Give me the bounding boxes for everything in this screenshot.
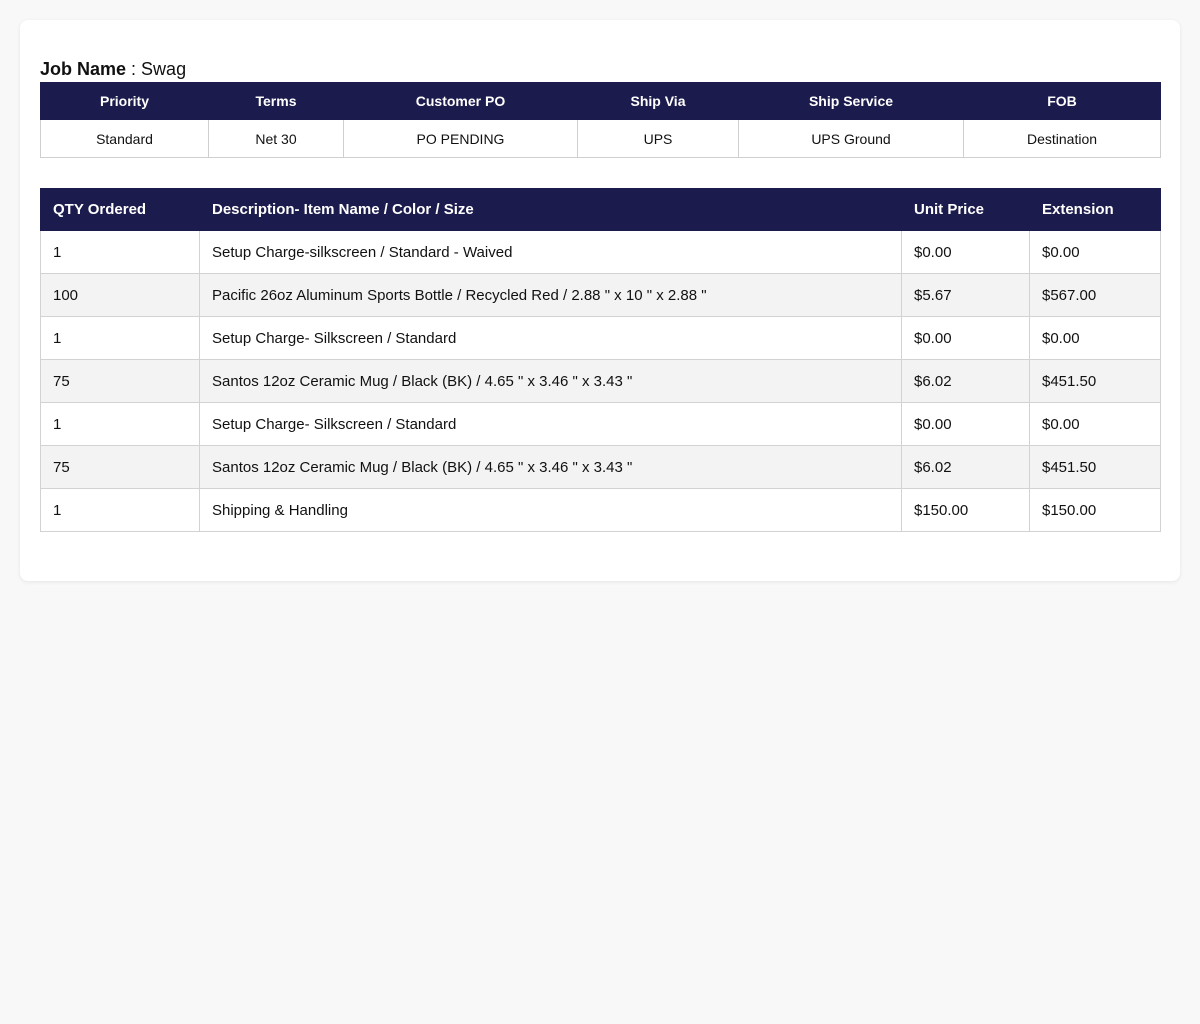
fob-header: FOB — [963, 82, 1161, 120]
priority-header: Priority — [40, 82, 209, 120]
fob-value: Destination — [963, 119, 1161, 158]
extension-cell: $0.00 — [1029, 402, 1161, 446]
description-cell: Santos 12oz Ceramic Mug / Black (BK) / 4… — [199, 359, 902, 403]
terms-header: Terms — [208, 82, 344, 120]
unit-price-cell: $0.00 — [901, 230, 1030, 274]
table-row: 1 Shipping & Handling $150.00 $150.00 — [40, 488, 1161, 532]
customer-po-value: PO PENDING — [343, 119, 578, 158]
qty-cell: 75 — [40, 445, 200, 489]
description-header: Description- Item Name / Color / Size — [199, 188, 902, 231]
qty-header: QTY Ordered — [40, 188, 200, 231]
ship-via-value: UPS — [577, 119, 739, 158]
description-cell: Shipping & Handling — [199, 488, 902, 532]
extension-cell: $451.50 — [1029, 359, 1161, 403]
job-name-label: Job Name — [40, 59, 127, 79]
unit-price-cell: $0.00 — [901, 402, 1030, 446]
description-cell: Setup Charge-silkscreen / Standard - Wai… — [199, 230, 902, 274]
job-name-value: Swag — [141, 59, 187, 79]
unit-price-cell: $6.02 — [901, 359, 1030, 403]
description-cell: Pacific 26oz Aluminum Sports Bottle / Re… — [199, 273, 902, 317]
table-row: 100 Pacific 26oz Aluminum Sports Bottle … — [40, 273, 1161, 317]
ship-service-header: Ship Service — [738, 82, 964, 120]
extension-cell: $0.00 — [1029, 316, 1161, 360]
summary-header-row: Priority Terms Customer PO Ship Via Ship… — [40, 82, 1161, 120]
description-cell: Setup Charge- Silkscreen / Standard — [199, 316, 902, 360]
table-row: 1 Setup Charge- Silkscreen / Standard $0… — [40, 402, 1161, 446]
summary-value-row: Standard Net 30 PO PENDING UPS UPS Groun… — [40, 119, 1161, 158]
unit-price-header: Unit Price — [901, 188, 1030, 231]
description-cell: Santos 12oz Ceramic Mug / Black (BK) / 4… — [199, 445, 902, 489]
description-cell: Setup Charge- Silkscreen / Standard — [199, 402, 902, 446]
qty-cell: 1 — [40, 402, 200, 446]
table-row: 75 Santos 12oz Ceramic Mug / Black (BK) … — [40, 359, 1161, 403]
table-row: 75 Santos 12oz Ceramic Mug / Black (BK) … — [40, 445, 1161, 489]
job-name-line: Job Name : Swag — [40, 58, 186, 80]
priority-value: Standard — [40, 119, 209, 158]
unit-price-cell: $6.02 — [901, 445, 1030, 489]
job-name-separator: : — [126, 59, 142, 79]
extension-cell: $150.00 — [1029, 488, 1161, 532]
qty-cell: 1 — [40, 488, 200, 532]
table-row: 1 Setup Charge-silkscreen / Standard - W… — [40, 230, 1161, 274]
unit-price-cell: $5.67 — [901, 273, 1030, 317]
unit-price-cell: $0.00 — [901, 316, 1030, 360]
line-items-table: QTY Ordered Description- Item Name / Col… — [40, 188, 1161, 532]
order-card: Job Name : Swag Priority Terms Customer … — [20, 20, 1180, 581]
qty-cell: 100 — [40, 273, 200, 317]
table-row: 1 Setup Charge- Silkscreen / Standard $0… — [40, 316, 1161, 360]
extension-cell: $567.00 — [1029, 273, 1161, 317]
ship-service-value: UPS Ground — [738, 119, 964, 158]
items-header-row: QTY Ordered Description- Item Name / Col… — [40, 188, 1161, 231]
customer-po-header: Customer PO — [343, 82, 578, 120]
extension-header: Extension — [1029, 188, 1161, 231]
qty-cell: 1 — [40, 230, 200, 274]
extension-cell: $451.50 — [1029, 445, 1161, 489]
order-summary-table: Priority Terms Customer PO Ship Via Ship… — [40, 82, 1161, 158]
qty-cell: 1 — [40, 316, 200, 360]
terms-value: Net 30 — [208, 119, 344, 158]
unit-price-cell: $150.00 — [901, 488, 1030, 532]
extension-cell: $0.00 — [1029, 230, 1161, 274]
qty-cell: 75 — [40, 359, 200, 403]
ship-via-header: Ship Via — [577, 82, 739, 120]
